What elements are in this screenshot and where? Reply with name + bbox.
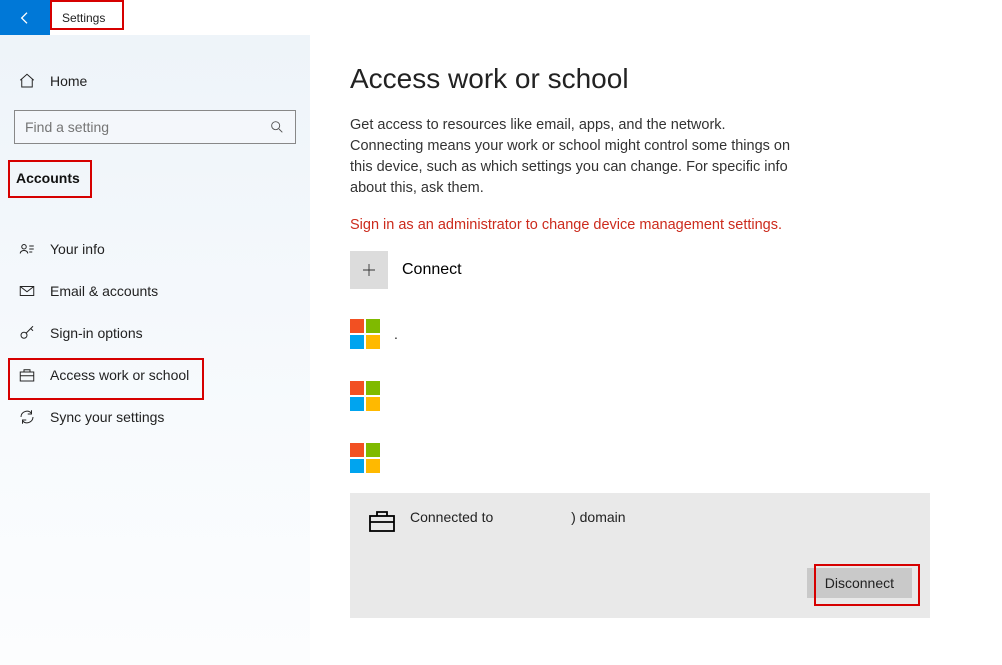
admin-warning: Sign in as an administrator to change de… <box>350 217 962 233</box>
account-item[interactable] <box>350 369 962 423</box>
sync-icon <box>18 408 36 426</box>
arrow-left-icon <box>17 10 33 26</box>
mail-icon <box>18 282 36 300</box>
microsoft-logo-icon <box>350 443 380 473</box>
app-title: Settings <box>50 7 117 29</box>
sidebar-home-label: Home <box>50 73 87 89</box>
account-text: . <box>394 326 398 342</box>
main-content: Access work or school Get access to reso… <box>310 35 1002 665</box>
sidebar-item-your-info[interactable]: Your info <box>0 228 310 270</box>
page-description: Get access to resources like email, apps… <box>350 115 795 199</box>
account-item[interactable] <box>350 431 962 485</box>
account-item[interactable]: . <box>350 307 962 361</box>
back-button[interactable] <box>0 0 50 35</box>
briefcase-icon <box>18 366 36 384</box>
sidebar-item-label: Your info <box>50 241 105 257</box>
connect-button[interactable]: Connect <box>350 251 962 289</box>
disconnect-button[interactable]: Disconnect <box>807 568 912 598</box>
person-card-icon <box>18 240 36 258</box>
briefcase-icon <box>368 509 396 538</box>
sidebar-section: Accounts <box>0 158 84 196</box>
sidebar-item-label: Email & accounts <box>50 283 158 299</box>
sidebar-item-sync[interactable]: Sync your settings <box>0 396 310 438</box>
sidebar: Home Accounts Your info Email & accounts… <box>0 35 310 665</box>
microsoft-logo-icon <box>350 381 380 411</box>
sidebar-home[interactable]: Home <box>0 60 310 102</box>
sidebar-item-email[interactable]: Email & accounts <box>0 270 310 312</box>
sidebar-item-label: Access work or school <box>50 367 189 383</box>
connect-label: Connect <box>402 261 462 279</box>
plus-icon <box>350 251 388 289</box>
sidebar-item-signin[interactable]: Sign-in options <box>0 312 310 354</box>
sidebar-item-label: Sign-in options <box>50 325 143 341</box>
home-icon <box>18 72 36 90</box>
sidebar-item-label: Sync your settings <box>50 409 164 425</box>
domain-connection[interactable]: Connected to ) domain Disconnect <box>350 493 930 618</box>
search-field[interactable] <box>25 119 269 135</box>
sidebar-item-access-work[interactable]: Access work or school <box>0 354 310 396</box>
microsoft-logo-icon <box>350 319 380 349</box>
search-icon <box>269 119 285 135</box>
page-title: Access work or school <box>350 63 962 95</box>
domain-text: Connected to ) domain <box>410 509 626 525</box>
search-input[interactable] <box>14 110 296 144</box>
key-icon <box>18 324 36 342</box>
